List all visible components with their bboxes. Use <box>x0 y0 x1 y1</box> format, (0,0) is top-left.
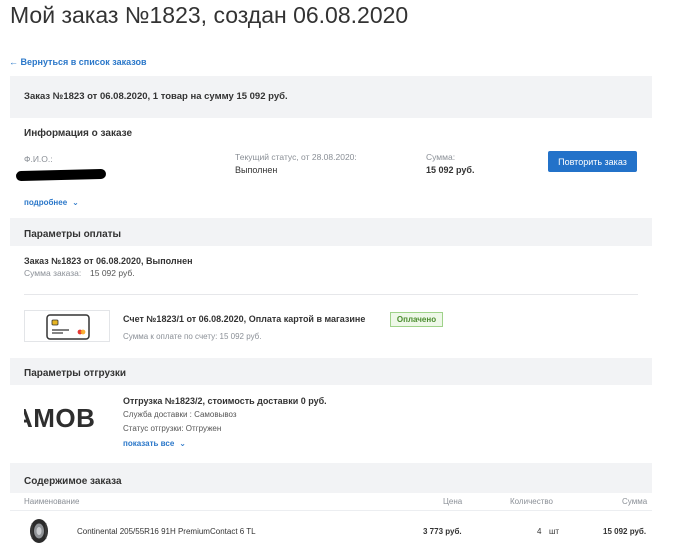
payment-panel: Заказ №1823 от 06.08.2020, Выполнен Сумм… <box>10 246 652 358</box>
repeat-order-button[interactable]: Повторить заказ <box>548 151 637 172</box>
chevron-down-icon: ⌄ <box>179 439 186 448</box>
shipment-header: Параметры отгрузки <box>10 361 652 385</box>
shipment-title: Параметры отгрузки <box>24 368 127 379</box>
sum-label: Сумма: <box>426 152 456 162</box>
show-all-label: показать все <box>123 439 175 448</box>
order-summary-text: Заказ №1823 от 06.08.2020, 1 товар на су… <box>24 91 288 102</box>
order-card: Заказ №1823 от 06.08.2020, 1 товар на су… <box>10 76 652 545</box>
chevron-down-icon: ⌄ <box>72 198 79 207</box>
order-info-title: Информация о заказе <box>24 128 133 139</box>
order-sum-label: Сумма заказа: <box>24 268 82 278</box>
show-all-link[interactable]: показать все ⌄ <box>123 439 186 448</box>
back-to-orders-link[interactable]: ← Вернуться в список заказов <box>9 57 147 67</box>
invoice-title: Счет №1823/1 от 06.08.2020, Оплата карто… <box>123 314 366 324</box>
fio-label: Ф.И.О.: <box>24 154 53 164</box>
order-info-panel: Информация о заказе Ф.И.О.: Текущий стат… <box>10 118 652 218</box>
payment-title: Параметры оплаты <box>24 229 122 240</box>
column-sum: Сумма <box>622 497 648 506</box>
payment-header: Параметры оплаты <box>10 222 652 246</box>
delivery-service: Служба доставки : Самовывоз <box>123 410 237 419</box>
card-payment-icon <box>24 310 110 342</box>
product-qty: 4 <box>537 527 542 536</box>
paid-status-badge: Оплачено <box>390 312 443 327</box>
payment-order-line: Заказ №1823 от 06.08.2020, Выполнен <box>24 256 193 266</box>
tire-product-image[interactable] <box>26 518 52 544</box>
column-quantity: Количество <box>510 497 553 506</box>
table-header-row: Наименование Цена Количество Сумма <box>10 493 652 511</box>
product-price: 3 773 руб. <box>423 527 462 536</box>
product-name[interactable]: Continental 205/55R16 91H PremiumContact… <box>77 527 256 536</box>
page-title: Мой заказ №1823, создан 06.08.2020 <box>10 2 409 28</box>
shipment-line: Отгрузка №1823/2, стоимость доставки 0 р… <box>123 396 327 406</box>
invoice-sum: Сумма к оплате по счету: 15 092 руб. <box>123 332 262 341</box>
order-summary: Заказ №1823 от 06.08.2020, 1 товар на су… <box>10 76 652 116</box>
order-sum-value: 15 092 руб. <box>90 268 135 278</box>
more-details-label: подробнее <box>24 198 68 207</box>
sum-value: 15 092 руб. <box>426 165 475 175</box>
payment-divider <box>24 294 638 295</box>
status-label: Текущий статус, от 28.08.2020: <box>235 152 357 162</box>
contents-header: Содержимое заказа <box>10 469 652 493</box>
product-sum: 15 092 руб. <box>603 527 647 536</box>
delivery-service-logo: АМОВ <box>24 397 110 441</box>
product-unit: шт <box>549 527 560 536</box>
column-price: Цена <box>443 497 463 506</box>
column-name: Наименование <box>24 497 80 506</box>
redacted-name <box>15 168 107 182</box>
shipment-panel: АМОВ Отгрузка №1823/2, стоимость доставк… <box>10 385 652 463</box>
status-value: Выполнен <box>235 165 278 175</box>
contents-title: Содержимое заказа <box>24 476 122 487</box>
more-details-link[interactable]: подробнее ⌄ <box>24 198 79 207</box>
delivery-logo-text: АМОВ <box>24 403 96 433</box>
shipment-status: Статус отгрузки: Отгружен <box>123 424 222 433</box>
contents-table: Наименование Цена Количество Сумма Conti… <box>10 493 652 545</box>
